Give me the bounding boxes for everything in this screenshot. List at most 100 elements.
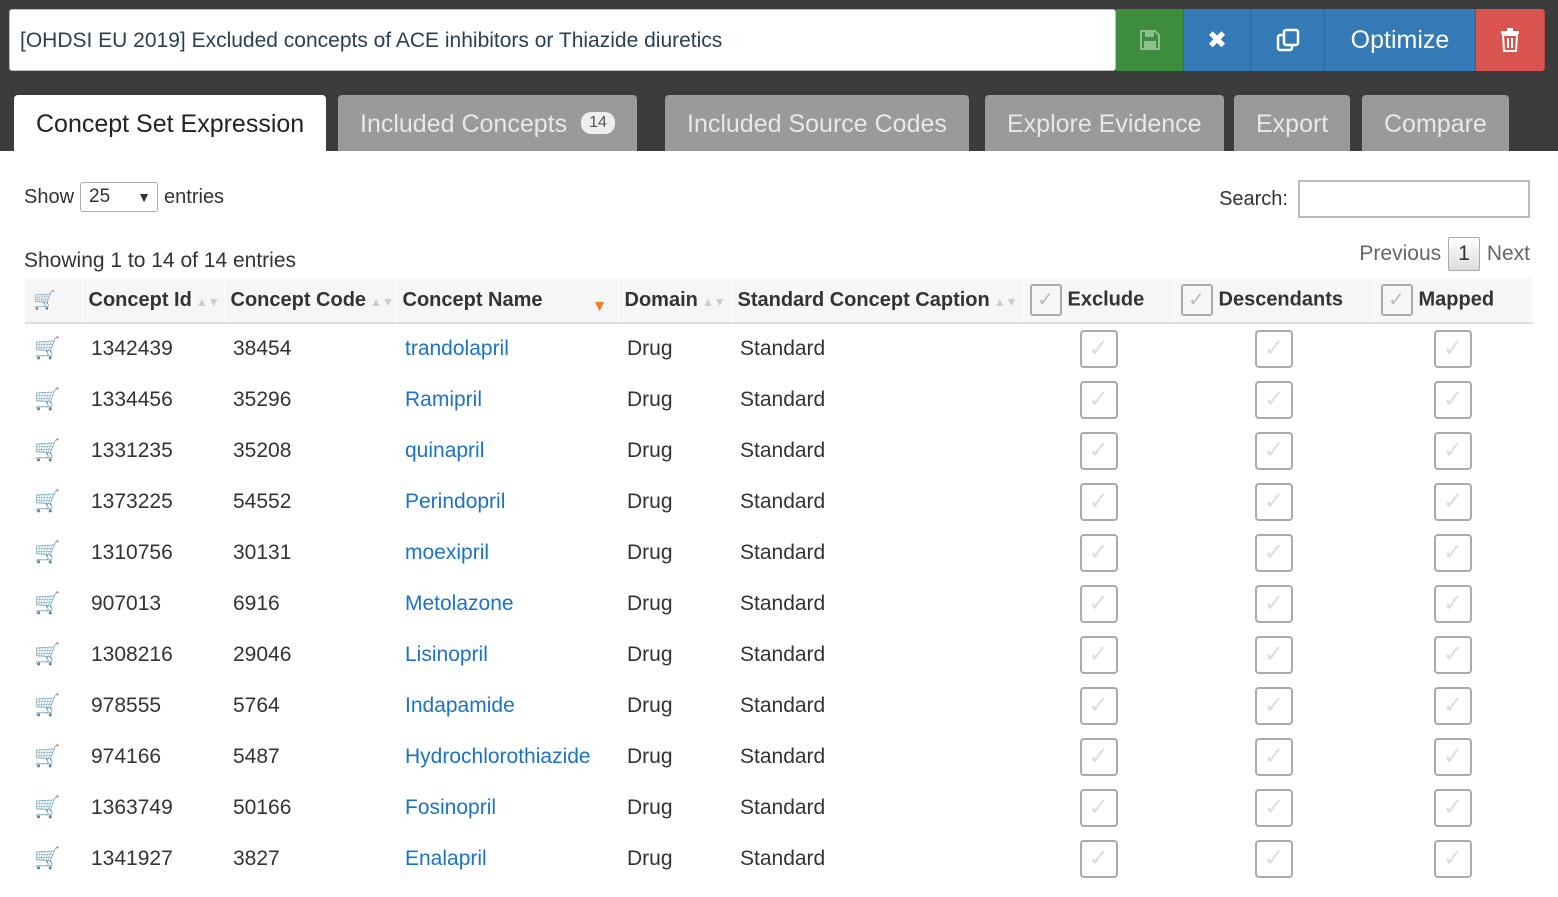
header-domain[interactable]: Domain ▲▼ [618,278,732,324]
concept-set-name-input[interactable]: [OHDSI EU 2019] Excluded concepts of ACE… [9,9,1116,71]
exclude-checkbox[interactable]: ✓ [1079,380,1118,419]
concept-name-link[interactable]: Metolazone [396,578,618,629]
descendants-checkbox[interactable]: ✓ [1255,686,1293,725]
cart-cell[interactable]: 🛒 [25,680,82,731]
mapped-checkbox[interactable]: ✓ [1434,839,1472,878]
descendants-checkbox[interactable]: ✓ [1255,380,1293,419]
header-standard-concept-caption[interactable]: Standard Concept Caption ▲▼ [731,278,1024,324]
cart-icon[interactable]: 🛒 [34,694,60,717]
tab-export[interactable]: Export [1234,95,1351,151]
concept-name-link[interactable]: Indapamide [396,680,618,731]
mapped-checkbox[interactable]: ✓ [1434,788,1472,827]
descendants-all-checkbox[interactable]: ✓ [1180,284,1213,316]
concept-name-link[interactable]: Lisinopril [396,629,618,680]
exclude-checkbox[interactable]: ✓ [1079,788,1118,827]
cart-icon[interactable]: 🛒 [34,337,60,360]
search-input[interactable] [1298,180,1530,218]
concept-name-link[interactable]: Fosinopril [396,782,618,833]
cart-cell[interactable]: 🛒 [25,476,82,527]
concept-name-link[interactable]: moexipril [396,527,618,578]
close-button[interactable]: ✖ [1184,9,1251,71]
header-label: Mapped [1418,288,1495,311]
exclude-checkbox[interactable]: ✓ [1079,686,1118,725]
tab-included-source-codes[interactable]: Included Source Codes [665,95,969,151]
page-length-select[interactable]: 25 ▼ [80,182,159,212]
descendants-checkbox[interactable]: ✓ [1255,330,1293,368]
exclude-checkbox[interactable]: ✓ [1079,635,1118,674]
concept-name-link[interactable]: Perindopril [396,476,618,527]
exclude-checkbox[interactable]: ✓ [1079,584,1118,623]
cart-cell[interactable]: 🛒 [25,629,82,680]
exclude-all-checkbox[interactable]: ✓ [1029,284,1062,316]
descendants-checkbox[interactable]: ✓ [1255,635,1293,674]
previous-button[interactable]: Previous [1359,242,1441,266]
header-exclude[interactable]: ✓ Exclude [1023,278,1175,324]
header-concept-id[interactable]: Concept Id ▲▼ [82,278,225,324]
cart-icon[interactable]: 🛒 [34,439,60,462]
exclude-checkbox[interactable]: ✓ [1079,330,1118,368]
tab-included-concepts[interactable]: Included Concepts 14 [338,95,637,151]
concept-name-link[interactable]: Ramipril [396,374,618,425]
concept-name-link[interactable]: trandolapril [396,323,618,374]
exclude-checkbox[interactable]: ✓ [1079,839,1118,878]
mapped-checkbox[interactable]: ✓ [1434,533,1472,572]
cart-icon[interactable]: 🛒 [34,745,60,768]
cart-cell[interactable]: 🛒 [25,578,82,629]
cart-cell[interactable]: 🛒 [25,425,82,476]
mapped-checkbox[interactable]: ✓ [1434,431,1472,470]
mapped-checkbox[interactable]: ✓ [1434,635,1472,674]
mapped-checkbox[interactable]: ✓ [1434,482,1472,521]
concept-name-link[interactable]: quinapril [396,425,618,476]
mapped-checkbox[interactable]: ✓ [1434,584,1472,623]
cart-icon[interactable]: 🛒 [34,490,60,513]
cart-icon[interactable]: 🛒 [34,592,60,615]
header-concept-name[interactable]: Concept Name ▼ [396,278,619,324]
exclude-checkbox[interactable]: ✓ [1079,533,1118,572]
mapped-checkbox[interactable]: ✓ [1434,380,1472,419]
optimize-button[interactable]: Optimize [1325,9,1476,71]
cart-icon[interactable]: 🛒 [34,388,60,411]
trash-icon [1501,28,1519,52]
cart-cell[interactable]: 🛒 [25,731,82,782]
tab-explore-evidence[interactable]: Explore Evidence [985,95,1224,151]
mapped-checkbox[interactable]: ✓ [1434,330,1472,368]
descendants-checkbox[interactable]: ✓ [1255,482,1293,521]
cart-cell[interactable]: 🛒 [25,374,82,425]
next-button[interactable]: Next [1487,242,1530,266]
mapped-checkbox[interactable]: ✓ [1434,686,1472,725]
concept-name-link[interactable]: Enalapril [396,833,618,884]
concept-name-link[interactable]: Hydrochlorothiazide [396,731,618,782]
descendants-checkbox[interactable]: ✓ [1255,839,1293,878]
header-mapped[interactable]: ✓ Mapped [1374,278,1533,324]
page-button-1[interactable]: 1 [1448,237,1480,271]
cart-cell[interactable]: 🛒 [25,782,82,833]
cart-icon[interactable]: 🛒 [34,541,60,564]
standard-caption-cell: Standard [740,744,826,768]
exclude-checkbox[interactable]: ✓ [1079,482,1118,521]
header-descendants[interactable]: ✓ Descendants [1174,278,1375,324]
cart-icon[interactable]: 🛒 [34,796,60,819]
mapped-all-checkbox[interactable]: ✓ [1380,284,1413,316]
delete-button[interactable] [1476,9,1545,71]
save-button[interactable] [1116,9,1184,71]
descendants-checkbox[interactable]: ✓ [1255,737,1293,776]
descendants-checkbox[interactable]: ✓ [1255,788,1293,827]
cart-cell[interactable]: 🛒 [25,833,82,884]
copy-button[interactable] [1251,9,1325,71]
header-concept-code[interactable]: Concept Code ▲▼ [224,278,397,324]
tab-compare[interactable]: Compare [1362,95,1509,151]
descendants-checkbox[interactable]: ✓ [1255,431,1293,470]
descendants-checkbox[interactable]: ✓ [1255,533,1293,572]
exclude-checkbox[interactable]: ✓ [1079,431,1118,470]
descendants-checkbox[interactable]: ✓ [1255,584,1293,623]
exclude-checkbox[interactable]: ✓ [1079,737,1118,776]
exclude-cell: ✓ [1023,782,1174,833]
cart-cell[interactable]: 🛒 [25,527,82,578]
mapped-checkbox[interactable]: ✓ [1434,737,1472,776]
page-length-control: Show 25 ▼ entries [24,182,224,212]
tab-concept-set-expression[interactable]: Concept Set Expression [14,95,327,151]
tab-label: Concept Set Expression [36,110,305,138]
cart-icon[interactable]: 🛒 [34,643,60,666]
cart-icon[interactable]: 🛒 [34,847,60,870]
cart-cell[interactable]: 🛒 [25,323,82,374]
